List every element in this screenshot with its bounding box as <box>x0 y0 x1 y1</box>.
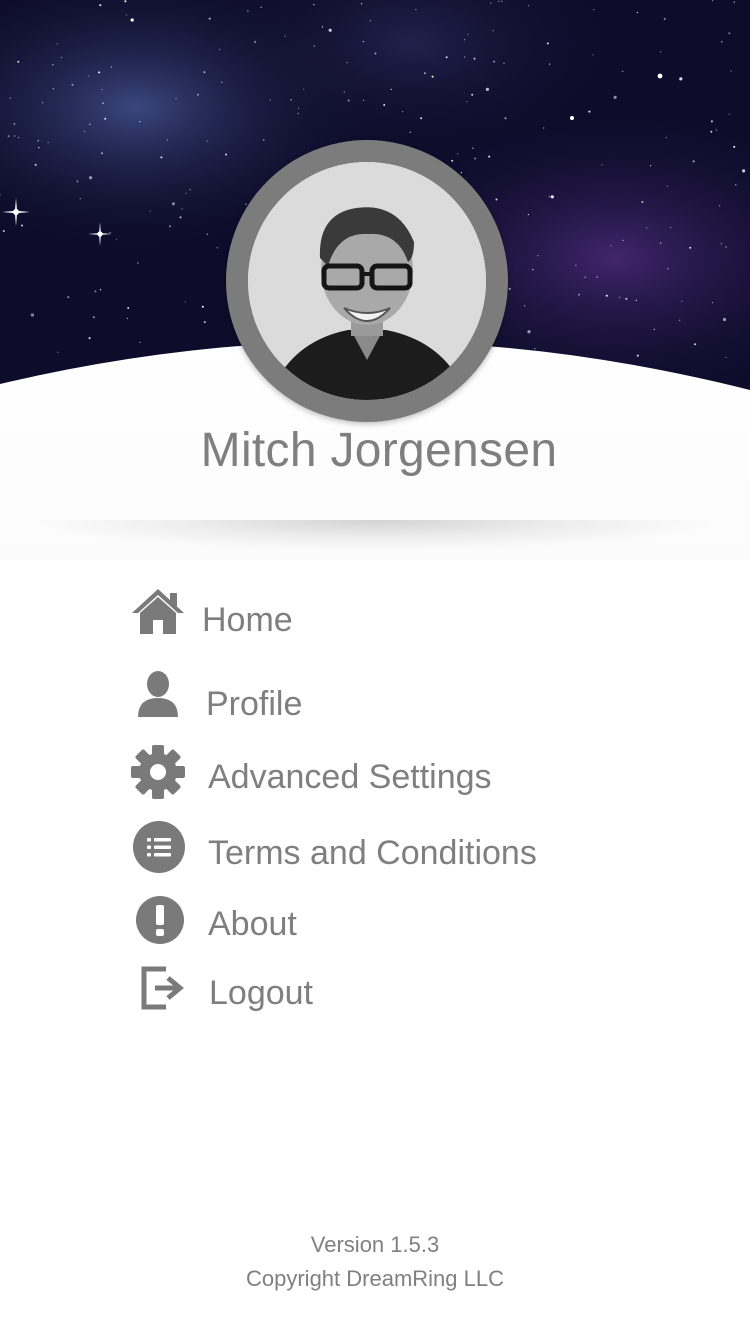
menu-item-home[interactable]: Home <box>128 584 608 644</box>
version-text: Version 1.5.3 <box>310 1232 440 1257</box>
menu-label-advanced-settings: Advanced Settings <box>208 758 492 796</box>
menu-label-terms: Terms and Conditions <box>208 834 537 872</box>
avatar[interactable] <box>248 162 486 400</box>
avatar-ring <box>226 140 508 422</box>
menu-item-advanced-settings[interactable]: Advanced Settings <box>128 744 608 804</box>
person-icon <box>136 670 180 718</box>
menu-item-terms[interactable]: Terms and Conditions <box>128 820 608 880</box>
user-name: Mitch Jorgensen <box>200 424 558 477</box>
profile-header: Mitch Jorgensen <box>0 0 750 560</box>
profile-photo <box>248 162 486 400</box>
menu-label-home: Home <box>202 601 293 639</box>
exclamation-icon <box>135 895 185 945</box>
menu-label-logout: Logout <box>209 974 313 1012</box>
home-icon <box>130 587 186 635</box>
menu-item-logout[interactable]: Logout <box>128 964 608 1024</box>
copyright-text: Copyright DreamRing LLC <box>246 1266 504 1291</box>
app-footer: Version 1.5.3 Copyright DreamRing LLC <box>0 1228 750 1296</box>
menu-label-about: About <box>208 905 297 943</box>
gear-icon <box>130 744 186 800</box>
logout-icon <box>140 966 186 1010</box>
list-icon <box>132 820 186 874</box>
menu-item-profile[interactable]: Profile <box>128 668 608 728</box>
menu-label-profile: Profile <box>206 685 303 723</box>
side-menu-screen: Mitch Jorgensen Home Profile Advanced Se… <box>0 0 750 1334</box>
header-shadow <box>40 520 710 550</box>
menu-item-about[interactable]: About <box>128 894 608 954</box>
